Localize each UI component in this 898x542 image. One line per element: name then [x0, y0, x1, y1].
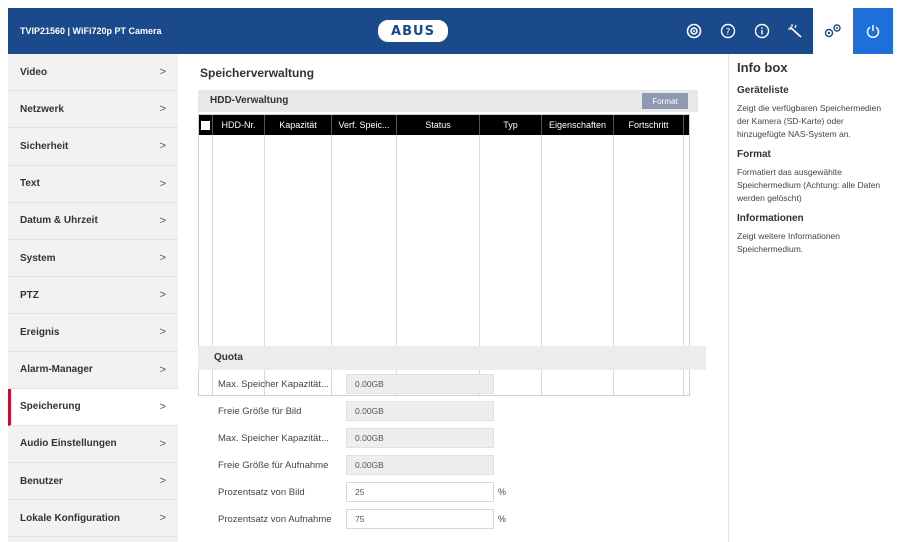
sidebar-item-label: Benutzer: [20, 475, 63, 487]
chevron-right-icon: >: [159, 140, 166, 153]
sidebar-item-sicherheit[interactable]: Sicherheit >: [8, 128, 178, 166]
sidebar-item-label: Ereignis: [20, 326, 60, 338]
settings-icon[interactable]: [813, 8, 853, 54]
sidebar-item-datum-uhrzeit[interactable]: Datum & Uhrzeit >: [8, 203, 178, 240]
quota-row: Freie Größe für Aufnahme 0.00GB: [218, 455, 494, 475]
chevron-right-icon: >: [159, 252, 166, 265]
quota-section-label: Quota: [214, 352, 243, 363]
main-content: Speicherverwaltung HDD-Verwaltung Format…: [190, 54, 720, 542]
sidebar-item-video[interactable]: Video >: [8, 54, 178, 92]
percent-unit: %: [498, 514, 507, 524]
chevron-right-icon: >: [159, 66, 166, 79]
sidebar-item-lokale-konfiguration[interactable]: Lokale Konfiguration >: [8, 500, 178, 538]
format-button[interactable]: Format: [642, 93, 688, 109]
chevron-right-icon: >: [159, 475, 166, 488]
sidebar-item-speicherung[interactable]: Speicherung >: [8, 388, 178, 426]
info-box-title: Info box: [737, 60, 788, 75]
sidebar-item-audio-einstellungen[interactable]: Audio Einstellungen >: [8, 426, 178, 464]
chevron-right-icon: >: [159, 177, 166, 190]
quota-row: Max. Speicher Kapazität... 0.00GB: [218, 428, 494, 448]
sidebar-item-ereignis[interactable]: Ereignis >: [8, 314, 178, 352]
percent-unit: %: [498, 487, 507, 497]
select-all-cell: [199, 115, 213, 135]
chevron-right-icon: >: [159, 289, 166, 302]
sidebar-item-text[interactable]: Text >: [8, 166, 178, 203]
svg-text:?: ?: [726, 28, 731, 38]
sidebar-item-label: Video: [20, 66, 48, 78]
select-all-checkbox[interactable]: [201, 120, 210, 130]
sidebar-item-label: Lokale Konfiguration: [20, 512, 120, 524]
max-capacity-picture-field: 0.00GB: [346, 374, 494, 394]
quota-field-label: Prozentsatz von Aufnahme: [218, 513, 332, 525]
column-header[interactable]: Fortschritt: [614, 115, 684, 135]
info-heading: Informationen: [737, 213, 804, 224]
quota-section-bar: Quota: [198, 346, 706, 370]
chevron-right-icon: >: [159, 400, 166, 413]
column-header[interactable]: Kapazität: [265, 115, 332, 135]
sidebar-nav: Video > Netzwerk > Sicherheit > Text > Datum…: [8, 54, 178, 542]
quota-field-label: Freie Größe für Aufnahme: [218, 459, 329, 471]
column-header[interactable]: Verf. Speic...: [332, 115, 397, 135]
page-title: Speicherverwaltung: [200, 66, 315, 80]
hdd-section-label: HDD-Verwaltung: [210, 95, 289, 106]
help-icon[interactable]: ?: [711, 8, 745, 54]
sidebar-item-label: Text: [20, 178, 40, 190]
chevron-right-icon: >: [159, 437, 166, 450]
sidebar-item-label: Alarm-Manager: [20, 364, 93, 376]
info-box: Info box Geräteliste Zeigt die verfügbar…: [728, 54, 893, 542]
header-icons: ?: [677, 8, 893, 54]
sidebar-item-label: Datum & Uhrzeit: [20, 215, 98, 227]
sidebar-item-label: System: [20, 252, 56, 264]
info-text: Zeigt weitere Informationen Speichermedi…: [737, 231, 840, 254]
quota-field-label: Prozentsatz von Bild: [218, 486, 305, 498]
record-percentage-input[interactable]: 75: [346, 509, 494, 529]
sidebar-item-label: Sicherheit: [20, 140, 69, 152]
free-size-picture-field: 0.00GB: [346, 401, 494, 421]
sidebar-item-netzwerk[interactable]: Netzwerk >: [8, 91, 178, 129]
chevron-right-icon: >: [159, 326, 166, 339]
sidebar-item-label: Speicherung: [20, 401, 81, 413]
quota-row: Prozentsatz von Bild 25 %: [218, 482, 506, 502]
chevron-right-icon: >: [159, 363, 166, 376]
top-header: TVIP21560 | WiFi720p PT Camera ABUS ?: [8, 8, 893, 54]
info-text: Formatiert das ausgewählte Speichermediu…: [737, 167, 881, 203]
column-header[interactable]: Eigenschaften: [542, 115, 614, 135]
sidebar-item-benutzer[interactable]: Benutzer >: [8, 463, 178, 501]
hdd-table-header: HDD-Nr. Kapazität Verf. Speic... Status …: [199, 115, 689, 135]
info-text: Zeigt die verfügbaren Speichermedien der…: [737, 103, 882, 139]
quota-row: Prozentsatz von Aufnahme 75 %: [218, 509, 506, 529]
free-size-record-field: 0.00GB: [346, 455, 494, 475]
config-wand-icon[interactable]: [779, 8, 813, 54]
sidebar-item-system[interactable]: System >: [8, 240, 178, 278]
sidebar-item-label: Audio Einstellungen: [20, 438, 117, 450]
live-view-icon[interactable]: [677, 8, 711, 54]
quota-field-label: Max. Speicher Kapazität...: [218, 378, 329, 390]
column-header[interactable]: Status: [397, 115, 480, 135]
picture-percentage-input[interactable]: 25: [346, 482, 494, 502]
chevron-right-icon: >: [159, 103, 166, 116]
column-header[interactable]: HDD-Nr.: [213, 115, 265, 135]
quota-row: Freie Größe für Bild 0.00GB: [218, 401, 494, 421]
column-header[interactable]: Typ: [480, 115, 542, 135]
sidebar-item-alarm-manager[interactable]: Alarm-Manager >: [8, 352, 178, 389]
sidebar-item-label: PTZ: [20, 289, 39, 301]
info-heading: Geräteliste: [737, 85, 789, 96]
quota-field-label: Max. Speicher Kapazität...: [218, 432, 329, 444]
hdd-management-bar: HDD-Verwaltung Format: [198, 90, 698, 112]
sidebar-item-ptz[interactable]: PTZ >: [8, 277, 178, 315]
quota-field-label: Freie Größe für Bild: [218, 405, 302, 417]
device-title: TVIP21560 | WiFi720p PT Camera: [20, 26, 162, 36]
power-icon[interactable]: [853, 8, 893, 54]
chevron-right-icon: >: [159, 214, 166, 227]
max-capacity-record-field: 0.00GB: [346, 428, 494, 448]
abus-logo: ABUS: [378, 20, 448, 42]
chevron-right-icon: >: [159, 512, 166, 525]
info-heading: Format: [737, 149, 771, 160]
quota-row: Max. Speicher Kapazität... 0.00GB: [218, 374, 494, 394]
info-icon[interactable]: [745, 8, 779, 54]
sidebar-item-label: Netzwerk: [20, 103, 64, 115]
